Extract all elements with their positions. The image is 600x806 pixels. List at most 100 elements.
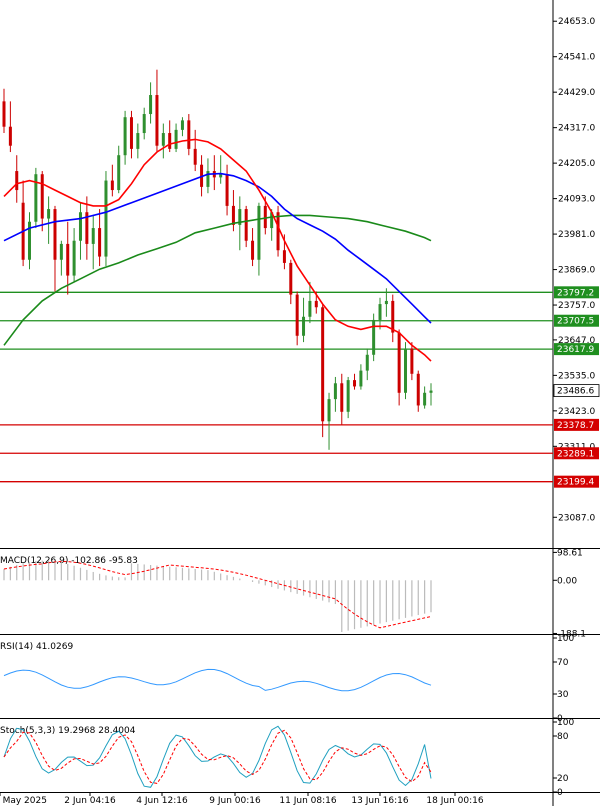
price-tick-label: 23087.0 <box>558 513 595 523</box>
candle-body <box>180 120 184 130</box>
candle-body <box>78 212 82 241</box>
candle-body <box>404 348 408 393</box>
time-axis: 8 May 2025 2 Jun 04:16 4 Jun 12:16 9 Jun 00… <box>0 792 484 806</box>
candle-body <box>416 373 420 406</box>
candle-body <box>40 174 44 219</box>
price-tick-label: 23981.0 <box>558 230 595 240</box>
x-tick-label: 4 Jun 12:16 <box>136 796 188 806</box>
candle-body <box>219 174 223 178</box>
rsi-title: RSI(14) 41.0269 <box>0 642 73 652</box>
price-plot-area <box>0 0 553 548</box>
sub-tick-label: 98.61 <box>557 548 583 558</box>
candle-body <box>47 209 51 219</box>
candle-body <box>129 117 133 149</box>
candle-body <box>372 319 376 355</box>
candle-body <box>263 205 267 229</box>
price-tick-label: 24541.0 <box>558 53 595 63</box>
candle-body <box>8 126 12 146</box>
candle-body <box>15 171 19 191</box>
candle-body <box>353 380 357 387</box>
candle-body <box>53 209 57 260</box>
candle-body <box>410 348 414 374</box>
sub-tick-label: 0.00 <box>557 576 577 586</box>
candle-body <box>391 300 395 333</box>
candle-body <box>244 209 248 241</box>
price-tick-label: 23869.0 <box>558 266 595 276</box>
x-tick-label: 8 May 2025 <box>0 796 47 806</box>
candle-body <box>302 316 306 336</box>
sub-tick-label: 30 <box>557 690 569 700</box>
candle-body <box>187 120 191 149</box>
sub-tick-label: 20 <box>557 774 569 784</box>
candle-body <box>72 240 76 276</box>
price-chart: 24653.0 24541.0 24429.0 24317.0 24205.0 24093… <box>0 0 600 806</box>
candle-body <box>365 354 369 371</box>
candle-body <box>429 390 433 393</box>
macd-title: MACD(12,26,9) -102.86 -95.83 <box>0 556 138 566</box>
candle-body <box>282 250 286 263</box>
candle-body <box>359 370 363 387</box>
candle-body <box>289 262 293 295</box>
sub-tick-label: 100 <box>557 634 574 644</box>
candle-body <box>276 212 280 251</box>
candle-body <box>384 300 388 305</box>
resistance-level-label: 23797.2 <box>557 288 594 298</box>
resistance-level-label: 23617.9 <box>557 345 594 355</box>
candle-body <box>104 180 108 257</box>
candle-body <box>225 174 229 206</box>
rsi-line <box>3 668 432 692</box>
price-tick-label: 23757.0 <box>558 301 595 311</box>
support-level-label: 23199.4 <box>557 478 594 488</box>
candle-body <box>59 243 63 260</box>
sub-tick-label: 100 <box>557 718 574 728</box>
rsi-panel: 10070300RSI(14) 41.0269 <box>0 634 600 724</box>
price-tick-label: 23535.0 <box>558 371 595 381</box>
candle-body <box>314 300 318 308</box>
price-tick-label: 24093.0 <box>558 195 595 205</box>
x-tick-label: 9 Jun 00:16 <box>209 796 261 806</box>
stoch-title: Stoch(5,3,3) 19.2968 28.4004 <box>0 726 136 736</box>
candle-body <box>397 332 401 393</box>
candle-body <box>168 133 172 149</box>
candle-body <box>2 101 6 127</box>
candle-body <box>117 155 121 191</box>
candle-body <box>231 205 235 225</box>
price-tick-label: 24317.0 <box>558 124 595 134</box>
sub-tick-label: 80 <box>557 732 569 742</box>
price-panel: 24653.0 24541.0 24429.0 24317.0 24205.0 24093… <box>0 0 600 806</box>
candle-body <box>155 95 159 146</box>
support-level-label: 23378.7 <box>557 421 594 431</box>
candle-body <box>378 304 382 320</box>
candle-body <box>98 228 102 257</box>
price-tick-label: 24429.0 <box>558 88 595 98</box>
x-tick-label: 11 Jun 08:16 <box>279 796 336 806</box>
candle-body <box>423 392 427 406</box>
candle-body <box>257 205 261 260</box>
price-tick-label: 23423.0 <box>558 407 595 417</box>
current-price-label: 23486.6 <box>557 387 594 397</box>
x-tick-label: 2 Jun 04:16 <box>64 796 116 806</box>
candle-body <box>333 383 337 400</box>
macd-panel: 98.610.00-188.1MACD(12,26,9) -102.86 -95… <box>0 548 600 639</box>
candle-body <box>327 399 331 422</box>
candle-body <box>193 148 197 165</box>
candle-body <box>149 95 153 115</box>
support-level-label: 23289.1 <box>557 449 594 459</box>
stoch-panel: 100 80 20 0 Stoch(5,3,3) 19.2968 28.4004 <box>0 718 600 798</box>
candle-body <box>346 380 350 412</box>
candle-body <box>340 383 344 412</box>
candle-body <box>123 117 127 156</box>
x-tick-label: 18 Jun 00:16 <box>426 796 483 806</box>
price-tick-label: 24205.0 <box>558 159 595 169</box>
x-tick-label: 13 Jun 16:16 <box>351 796 408 806</box>
candle-body <box>110 180 114 191</box>
candle-body <box>136 133 140 149</box>
candle-body <box>66 243 70 276</box>
sub-tick-label: 70 <box>557 658 569 668</box>
resistance-level-label: 23707.5 <box>557 317 594 327</box>
candle-body <box>321 307 325 422</box>
candle-body <box>308 300 312 317</box>
candle-body <box>174 129 178 149</box>
candle-body <box>142 114 146 134</box>
sub-tick-label: 0 <box>557 788 563 798</box>
